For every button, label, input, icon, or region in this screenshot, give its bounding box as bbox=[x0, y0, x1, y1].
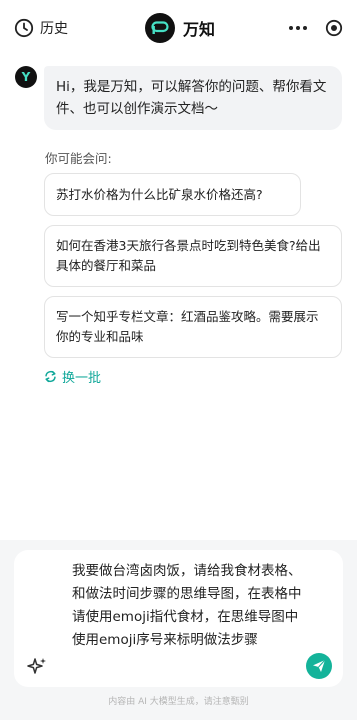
sparkle-icon[interactable] bbox=[26, 656, 48, 678]
history-button[interactable]: 历史 bbox=[14, 18, 68, 38]
brand-logo-icon bbox=[145, 13, 175, 43]
refresh-suggestions-button[interactable]: 换一批 bbox=[44, 367, 101, 386]
more-dots-icon[interactable] bbox=[289, 26, 307, 30]
suggestion-chip[interactable]: 写一个知乎专栏文章：红酒品鉴攻略。需要展示你的专业和品味 bbox=[44, 296, 342, 358]
history-label: 历史 bbox=[40, 21, 68, 37]
suggestion-chip[interactable]: 苏打水价格为什么比矿泉水价格还高? bbox=[44, 173, 301, 216]
clock-icon bbox=[14, 18, 34, 38]
brand-name: 万知 bbox=[183, 20, 216, 39]
send-button[interactable] bbox=[306, 653, 332, 679]
send-icon bbox=[313, 659, 326, 672]
message-composer[interactable]: 我要做台湾卤肉饭，请给我食材表格、和做法时间步骤的思维导图，在表格中请使用emo… bbox=[14, 550, 343, 687]
message-input[interactable]: 我要做台湾卤肉饭，请给我食材表格、和做法时间步骤的思维导图，在表格中请使用emo… bbox=[72, 560, 304, 652]
assistant-greeting-bubble: Hi，我是万知，可以解答你的问题、帮你看文件、也可以创作演示文档～ bbox=[44, 66, 342, 130]
brand: 万知 bbox=[145, 13, 215, 43]
suggestion-chip[interactable]: 如何在香港3天旅行各景点时吃到特色美食?给出具体的餐厅和菜品 bbox=[44, 225, 342, 287]
target-icon[interactable] bbox=[325, 19, 343, 37]
assistant-avatar: Y bbox=[15, 66, 37, 88]
ai-disclaimer: 内容由 AI 大模型生成，请注意甄别 bbox=[108, 697, 249, 707]
suggestions-title: 你可能会问: bbox=[45, 151, 112, 166]
refresh-icon bbox=[45, 370, 56, 383]
refresh-label: 换一批 bbox=[62, 371, 102, 386]
